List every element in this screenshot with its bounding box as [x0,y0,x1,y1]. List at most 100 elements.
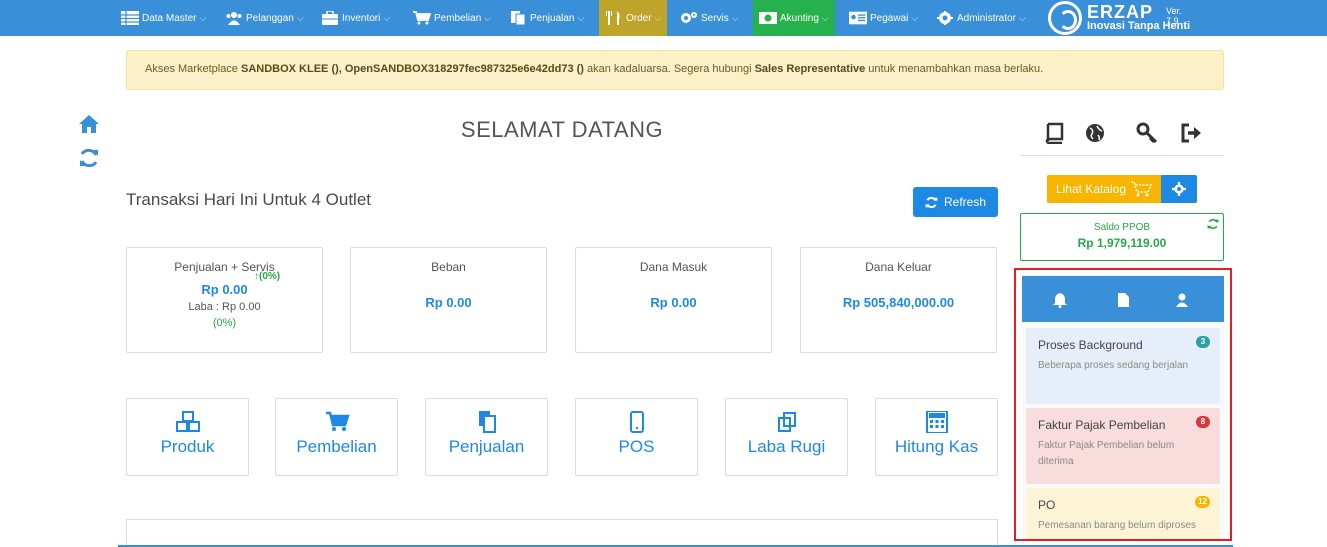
nav-data-master[interactable]: Data Master ⌵ [121,0,206,36]
chevron-down-icon: ⌵ [296,12,304,23]
refresh-icon [925,196,938,208]
cubes-icon [175,411,200,432]
chevron-down-icon: ⌵ [199,12,207,23]
notification-desc: Pemesanan barang belum diproses [1038,520,1196,531]
nav-label: Pembelian [434,12,482,24]
tablet-icon [629,411,644,433]
chevron-down-icon: ⌵ [484,12,492,23]
stat-card-outflow[interactable]: Dana Keluar Rp 505,840,000.00 [800,247,997,353]
notification-panel: Proses Background Beberapa proses sedang… [1014,268,1232,541]
cart-icon [1131,181,1153,197]
cart-icon [325,411,350,431]
nav-label: Data Master [142,12,197,24]
shortcut-label: Penjualan [448,437,525,456]
chevron-down-icon: ⌵ [577,12,585,23]
alert-contact[interactable]: Sales Representative [755,63,866,75]
stat-card-expense[interactable]: Beban Rp 0.00 [350,247,547,353]
stat-card-sales[interactable]: Penjualan + Servis ↑(0%) Rp 0.00 Laba : … [126,247,323,353]
clone-icon [777,412,796,432]
nav-label: Servis [701,12,729,24]
nav-label: Pegawai [870,12,909,24]
users-icon [226,12,242,25]
book-icon[interactable] [1043,122,1065,144]
chevron-down-icon: ⌵ [731,12,739,23]
profit-percent: (0%) [212,317,237,329]
shortcut-pos[interactable]: POS [575,398,698,476]
chevron-down-icon: ⌵ [821,12,829,23]
nav-label: Administrator [957,12,1016,24]
nav-label: Penjualan [530,12,575,24]
profit-value: Laba : Rp 0.00 [188,301,261,313]
expiry-alert: Akses Marketplace SANDBOX KLEE (), OpenS… [126,50,1224,90]
refresh-button[interactable]: Refresh [913,187,998,217]
sync-icon[interactable] [78,147,100,169]
shortcut-laba-rugi[interactable]: Laba Rugi [725,398,848,476]
shortcut-label: POS [618,437,655,456]
globe-icon[interactable] [1084,122,1106,144]
ppob-label: Saldo PPOB [1093,222,1151,233]
stat-value: Rp 505,840,000.00 [842,295,955,310]
money-icon [759,12,777,24]
nav-pelanggan[interactable]: Pelanggan ⌵ [225,0,304,36]
chevron-down-icon: ⌵ [911,12,919,23]
stat-label: Dana Keluar [865,260,932,274]
notification-title: Faktur Pajak Pembelian [1038,418,1166,432]
shortcut-pembelian[interactable]: Pembelian [275,398,398,476]
nav-order[interactable]: Order ⌵ [599,0,668,36]
nav-inventori[interactable]: Inventori ⌵ [321,0,390,36]
sign-out-icon[interactable] [1180,122,1202,144]
gears-icon [681,12,697,23]
notification-desc: Beberapa proses sedang berjalan [1038,360,1189,371]
gear-icon [937,11,953,25]
shortcut-label: Pembelian [296,437,377,456]
gear-icon [1172,182,1186,196]
nav-penjualan[interactable]: Penjualan ⌵ [509,0,584,36]
bell-icon[interactable] [1052,292,1068,308]
chevron-down-icon: ⌵ [1018,12,1026,23]
refresh-label: Refresh [943,195,987,209]
briefcase-icon [322,11,338,25]
refresh-icon[interactable] [1207,218,1219,230]
home-icon[interactable] [78,113,100,135]
bottom-panel [126,519,998,547]
notification-item[interactable]: PO Pemesanan barang belum diproses 12 [1026,488,1220,539]
notification-item[interactable]: Proses Background Beberapa proses sedang… [1026,328,1220,404]
key-icon[interactable] [1136,122,1158,144]
stat-value: Rp 0.00 [650,295,697,310]
cart-icon [413,11,431,25]
nav-pegawai[interactable]: Pegawai ⌵ [849,0,918,36]
shortcut-produk[interactable]: Produk [126,398,249,476]
notification-item[interactable]: Faktur Pajak Pembelian Faktur Pajak Pemb… [1026,408,1220,484]
catalog-button[interactable]: Lihat Katalog [1047,175,1161,203]
id-card-icon [849,11,867,25]
nav-label: Inventori [342,12,381,24]
quick-actions [1020,118,1224,156]
nav-akunting[interactable]: Akunting ⌵ [753,0,835,36]
erzap-logo-icon [1048,1,1082,35]
ppob-value: Rp 1,979,119.00 [1077,236,1167,250]
ppob-balance: Saldo PPOB Rp 1,979,119.00 [1020,213,1224,261]
shortcut-hitung-kas[interactable]: Hitung Kas [875,398,998,476]
catalog-label: Lihat Katalog [1055,182,1127,196]
count-badge: 8 [1196,416,1210,428]
brand[interactable]: ERZAP Inovasi Tanpa Henti Ver. 7.9 [1048,1,1190,35]
top-navbar: Data Master ⌵ Pelanggan ⌵ Inventori ⌵ Pembe… [0,0,1327,36]
user-icon[interactable] [1174,292,1190,308]
trend-badge: ↑(0%) [254,271,280,282]
shortcut-penjualan[interactable]: Penjualan [425,398,548,476]
nav-label: Pelanggan [246,12,294,24]
nav-label: Akunting [780,12,819,24]
catalog-settings-button[interactable] [1161,175,1197,203]
version-label: Ver. 7.9 [1166,6,1182,26]
file-icon[interactable] [1115,292,1131,308]
nav-pembelian[interactable]: Pembelian ⌵ [413,0,491,36]
nav-administrator[interactable]: Administrator ⌵ [936,0,1026,36]
table-icon [121,11,139,25]
nav-servis[interactable]: Servis ⌵ [680,0,739,36]
shortcut-label: Hitung Kas [894,437,979,456]
notification-list: Proses Background Beberapa proses sedang… [1022,322,1224,539]
trend-value: (0%) [259,271,281,282]
stat-label: Penjualan + Servis [174,260,275,274]
stat-card-inflow[interactable]: Dana Masuk Rp 0.00 [575,247,772,353]
chevron-down-icon: ⌵ [654,12,662,23]
